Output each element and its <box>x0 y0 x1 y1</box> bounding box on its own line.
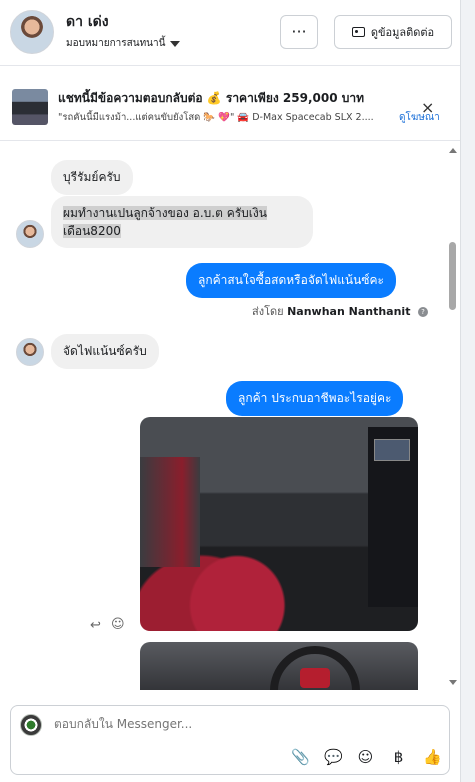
message-text: จัดไฟแน้นซ์ครับ <box>63 344 147 358</box>
chevron-down-icon <box>170 40 181 47</box>
react-emoji-icon[interactable]: ☺ <box>111 617 125 632</box>
ad-banner: แชทนี้มีข้อความตอบกลับต่อ 💰 ราคาเพียง 25… <box>0 77 460 141</box>
photo-detail <box>140 457 200 567</box>
car-interior-photo[interactable] <box>140 417 418 631</box>
like-icon[interactable]: 👍 <box>423 748 442 766</box>
assign-label: มอบหมายการสนทนานี้ <box>66 38 166 49</box>
saved-reply-icon[interactable]: 💬 <box>324 748 343 766</box>
incoming-message[interactable]: ผมทำงานเปนลูกจ้างของ อ.บ.ต ครับเงิน เดือ… <box>51 196 313 248</box>
message-text: ผมทำงานเปนลูกจ้างของ อ.บ.ต ครับเงิน <box>63 206 267 220</box>
window-edge <box>460 0 475 782</box>
page-logo-icon <box>20 714 42 736</box>
message-text: ลูกค้า ประกบอาชีพอะไรอยู่คะ <box>238 391 392 405</box>
conversation-header: ดา เด่ง มอบหมายการสนทนานี้ ··· ดูข้อมูลต… <box>0 0 460 66</box>
composer-toolbar: 📎 💬 ☺ ฿ 👍 <box>291 748 442 766</box>
sender-avatar <box>16 220 44 248</box>
sent-by-label: ส่งโดย Nanwhan Nanthanit ? <box>252 302 428 320</box>
photo-detail <box>300 668 330 688</box>
contact-name[interactable]: ดา เด่ง <box>66 11 109 33</box>
ad-thumbnail[interactable] <box>12 89 48 125</box>
contact-card-icon <box>351 27 365 37</box>
incoming-message[interactable]: บุรีรัมย์ครับ <box>51 160 133 195</box>
ad-subtitle: "รถคันนี้มีแรงม้า...แต่คนขับยังโสด 🐎 💖" … <box>58 112 374 123</box>
scroll-up-icon[interactable] <box>449 148 457 153</box>
view-contact-label: ดูข้อมูลติดต่อ <box>370 26 435 39</box>
reply-icon[interactable]: ↩ <box>90 618 101 633</box>
assign-conversation-dropdown[interactable]: มอบหมายการสนทนานี้ <box>66 36 181 51</box>
view-contact-button[interactable]: ดูข้อมูลติดต่อ <box>334 15 452 49</box>
message-text: เดือน8200 <box>63 224 121 238</box>
incoming-message[interactable]: จัดไฟแน้นซ์ครับ <box>51 334 159 369</box>
message-text-line: ผมทำงานเปนลูกจ้างของ อ.บ.ต ครับเงิน <box>63 204 301 222</box>
car-dashboard-photo[interactable] <box>140 642 418 690</box>
contact-avatar[interactable] <box>10 10 54 54</box>
message-text-line: เดือน8200 <box>63 222 301 240</box>
scroll-down-icon[interactable] <box>449 680 457 685</box>
help-icon[interactable]: ? <box>417 307 428 317</box>
outgoing-message[interactable]: ลูกค้าสนใจซื้อสดหรือจัดไฟแน้นซ์คะ <box>186 263 396 298</box>
emoji-icon[interactable]: ☺ <box>357 748 374 766</box>
message-list: บุรีรัมย์ครับ ผมทำงานเปนลูกจ้างของ อ.บ.ต… <box>0 142 460 690</box>
more-options-button[interactable]: ··· <box>280 15 318 49</box>
attachment-icon[interactable]: 📎 <box>291 748 310 766</box>
outgoing-message[interactable]: ลูกค้า ประกบอาชีพอะไรอยู่คะ <box>226 381 404 416</box>
sender-avatar <box>16 338 44 366</box>
message-scrollbar[interactable] <box>446 142 460 690</box>
message-text: ลูกค้าสนใจซื้อสดหรือจัดไฟแน้นซ์คะ <box>198 273 384 287</box>
message-composer: 📎 💬 ☺ ฿ 👍 <box>10 705 450 775</box>
payment-icon[interactable]: ฿ <box>390 748 407 766</box>
scrollbar-thumb[interactable] <box>449 242 456 310</box>
reply-input[interactable] <box>54 717 354 731</box>
message-text: บุรีรัมย์ครับ <box>63 170 121 184</box>
ad-title: แชทนี้มีข้อความตอบกลับต่อ 💰 ราคาเพียง 25… <box>58 91 365 105</box>
sent-by-name: Nanwhan Nanthanit <box>287 305 411 318</box>
sent-by-prefix: ส่งโดย <box>252 305 284 318</box>
close-icon[interactable]: × <box>421 98 434 117</box>
photo-detail <box>374 439 410 461</box>
